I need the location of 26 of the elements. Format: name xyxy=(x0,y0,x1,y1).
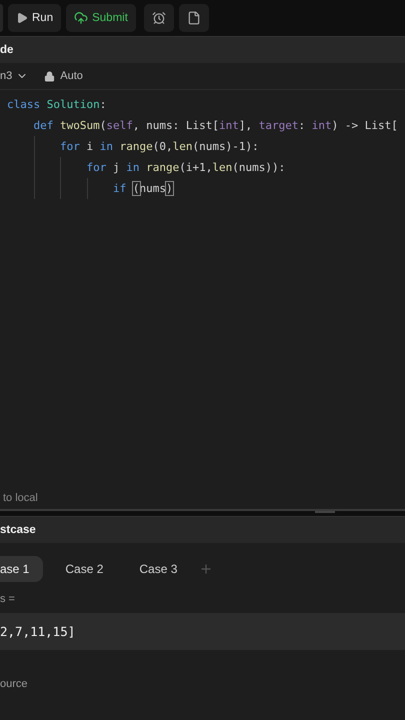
file-icon xyxy=(186,11,201,25)
input-label: s = xyxy=(0,593,16,605)
cloud-upload-icon xyxy=(74,11,88,25)
language-dropdown[interactable]: n3 xyxy=(0,70,28,82)
case-tab[interactable]: ase 1 xyxy=(0,556,44,582)
resize-handle[interactable] xyxy=(315,511,335,513)
panel-title: de xyxy=(0,44,14,56)
source-label: ource xyxy=(0,678,29,690)
code-line: for i in range(0,len(nums)-1): xyxy=(60,140,259,153)
footer-text: to local xyxy=(3,492,38,504)
panel-title: stcase xyxy=(0,524,36,536)
mode-label: Auto xyxy=(60,70,83,82)
submit-button[interactable]: Submit xyxy=(66,4,136,32)
code-line: class Solution: xyxy=(7,98,106,111)
code-line: for j in range(i+1,len(nums)): xyxy=(86,161,286,174)
notes-button[interactable] xyxy=(178,4,209,32)
case-tab[interactable]: Case 3 xyxy=(125,556,192,582)
add-icon[interactable] xyxy=(199,562,214,576)
play-icon xyxy=(16,12,28,24)
alarm-clock-icon xyxy=(152,11,166,25)
run-button[interactable]: Run xyxy=(8,4,62,32)
timer-button[interactable] xyxy=(144,4,174,32)
input-field[interactable]: 2,7,11,15] xyxy=(0,613,405,650)
code-line: def twoSum(self, nums: List[int], target: int) -> List[ xyxy=(34,119,398,132)
case-tab[interactable]: Case 2 xyxy=(51,556,118,582)
lock-icon xyxy=(44,70,56,82)
